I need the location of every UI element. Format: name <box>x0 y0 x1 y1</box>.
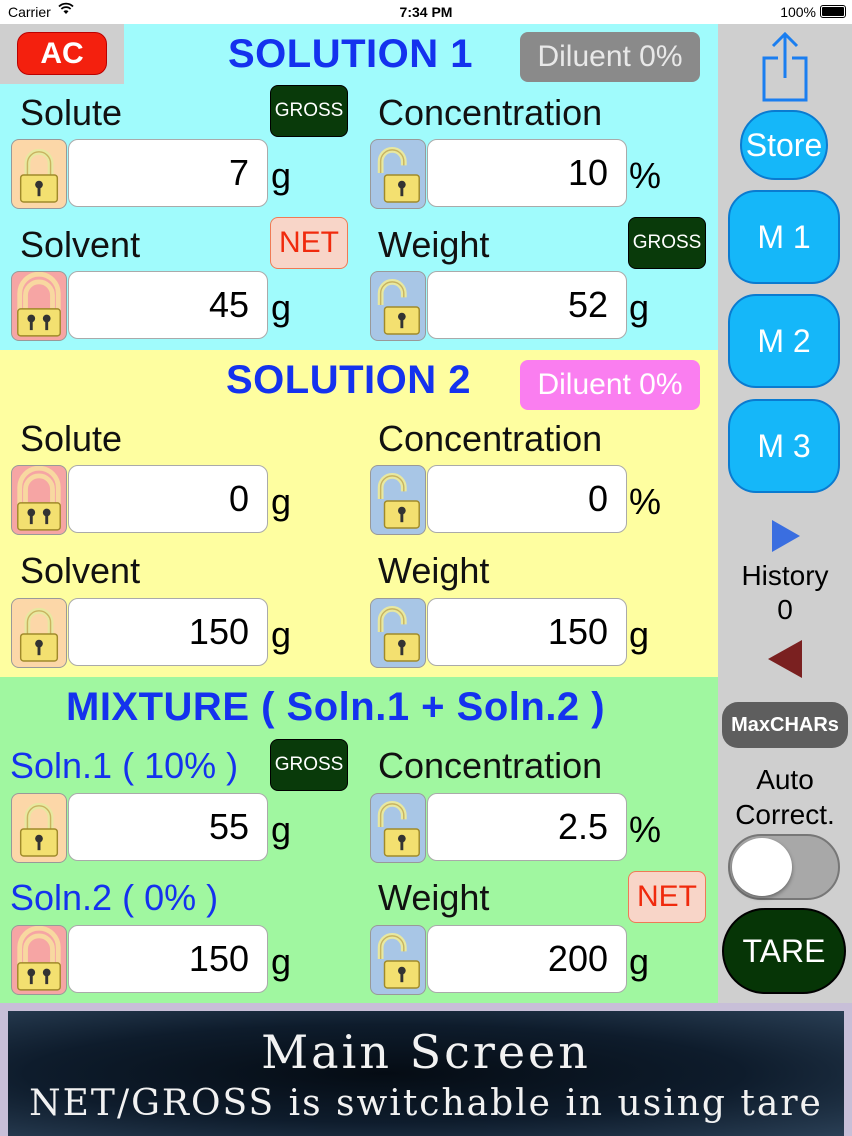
caption-subtitle: NET/GROSS is switchable in using tare <box>29 1083 823 1124</box>
solution1-solute-input[interactable]: 7 <box>68 139 268 207</box>
lock-closed-icon[interactable] <box>11 139 67 209</box>
lock-open-icon[interactable] <box>370 271 426 341</box>
lock-open-icon[interactable] <box>370 139 426 209</box>
solution1-solvent-unit: g <box>271 287 292 328</box>
maxchars-button[interactable]: MaxCHARs <box>722 702 848 748</box>
solution1-concentration-unit: % <box>629 155 662 196</box>
history-count: 0 <box>777 594 793 625</box>
mixture-weight-net-badge[interactable]: NET <box>628 871 706 923</box>
caption-banner: Main Screen NET/GROSS is switchable in u… <box>8 1011 844 1136</box>
solution1-weight-label: Weight <box>378 224 490 265</box>
mixture-concentration-unit: % <box>629 809 662 850</box>
status-bar: Carrier 7:34 PM 100% <box>0 0 852 24</box>
solution2-weight-input[interactable]: 150 <box>427 598 627 666</box>
mixture-weight-unit: g <box>629 941 650 982</box>
auto-correct-label-line2: Correct. <box>735 799 835 830</box>
memory-2-button[interactable]: M 2 <box>728 294 840 388</box>
store-button[interactable]: Store <box>740 110 828 180</box>
solution1-weight-input[interactable]: 52 <box>427 271 627 339</box>
lock-open-icon[interactable] <box>370 598 426 668</box>
solution2-concentration-unit: % <box>629 481 662 522</box>
tare-button[interactable]: TARE <box>722 908 846 994</box>
history-prev-icon[interactable] <box>768 640 802 678</box>
history-label: History <box>741 560 829 591</box>
solution2-diluent-button[interactable]: Diluent 0% <box>520 360 700 410</box>
history-next-icon[interactable] <box>772 520 800 552</box>
battery-percent: 100% <box>780 4 816 20</box>
solution1-solute-gross-badge[interactable]: GROSS <box>270 85 348 137</box>
mixture-soln2-input[interactable]: 150 <box>68 925 268 993</box>
mixture-title: MIXTURE ( Soln.1 + Soln.2 ) <box>66 685 606 729</box>
solution1-panel: AC SOLUTION 1 Diluent 0% Solute GROSS Co… <box>0 24 718 350</box>
mixture-concentration-label: Concentration <box>378 745 603 786</box>
lock-open-icon[interactable] <box>370 465 426 535</box>
mixture-soln2-unit: g <box>271 941 292 982</box>
mixture-soln1-gross-badge[interactable]: GROSS <box>270 739 348 791</box>
solution1-title: SOLUTION 1 <box>228 32 474 76</box>
caption-banner-frame: Main Screen NET/GROSS is switchable in u… <box>0 1003 852 1136</box>
solution1-solvent-net-badge[interactable]: NET <box>270 217 348 269</box>
solution1-weight-unit: g <box>629 287 650 328</box>
mixture-soln1-unit: g <box>271 809 292 850</box>
toggle-knob <box>732 838 792 896</box>
solution2-solvent-label: Solvent <box>20 550 141 591</box>
solution1-weight-gross-badge[interactable]: GROSS <box>628 217 706 269</box>
solution1-solvent-input[interactable]: 45 <box>68 271 268 339</box>
auto-correct-toggle[interactable] <box>728 834 840 900</box>
solution2-weight-unit: g <box>629 614 650 655</box>
mixture-weight-label: Weight <box>378 877 490 918</box>
mixture-soln1-label: Soln.1 ( 10% ) <box>10 745 239 786</box>
mixture-soln1-input[interactable]: 55 <box>68 793 268 861</box>
ac-container: AC <box>0 24 124 84</box>
mixture-soln2-label: Soln.2 ( 0% ) <box>10 877 219 918</box>
solution2-panel: SOLUTION 2 Diluent 0% Solute Concentrati… <box>0 350 718 677</box>
clock: 7:34 PM <box>399 4 453 20</box>
caption-title: Main Screen <box>261 1025 591 1079</box>
solution2-solute-unit: g <box>271 481 292 522</box>
mixture-panel: MIXTURE ( Soln.1 + Soln.2 ) Soln.1 ( 10%… <box>0 677 718 1003</box>
lock-double-icon[interactable] <box>11 925 67 995</box>
auto-correct-label-line1: Auto <box>756 764 814 795</box>
solution2-concentration-label: Concentration <box>378 418 603 459</box>
mixture-weight-input[interactable]: 200 <box>427 925 627 993</box>
sidebar: Store M 1 M 2 M 3 History 0 MaxCHARs Aut… <box>718 24 852 1003</box>
lock-closed-icon[interactable] <box>11 793 67 863</box>
solution2-weight-label: Weight <box>378 550 490 591</box>
solution1-concentration-input[interactable]: 10 <box>427 139 627 207</box>
solution2-solvent-input[interactable]: 150 <box>68 598 268 666</box>
lock-open-icon[interactable] <box>370 925 426 995</box>
solution1-solute-unit: g <box>271 155 292 196</box>
share-icon[interactable] <box>758 30 812 104</box>
solution1-solvent-label: Solvent <box>20 224 141 265</box>
solution2-title: SOLUTION 2 <box>226 358 472 402</box>
solution1-solute-label: Solute <box>20 92 123 133</box>
mixture-concentration-input[interactable]: 2.5 <box>427 793 627 861</box>
lock-closed-icon[interactable] <box>11 598 67 668</box>
memory-1-button[interactable]: M 1 <box>728 190 840 284</box>
battery-icon <box>820 5 846 18</box>
memory-3-button[interactable]: M 3 <box>728 399 840 493</box>
lock-double-icon[interactable] <box>11 271 67 341</box>
solution1-diluent-button[interactable]: Diluent 0% <box>520 32 700 82</box>
all-clear-button[interactable]: AC <box>17 32 107 75</box>
lock-open-icon[interactable] <box>370 793 426 863</box>
solution2-solvent-unit: g <box>271 614 292 655</box>
solution2-concentration-input[interactable]: 0 <box>427 465 627 533</box>
lock-double-icon[interactable] <box>11 465 67 535</box>
solution1-concentration-label: Concentration <box>378 92 603 133</box>
solution2-solute-input[interactable]: 0 <box>68 465 268 533</box>
solution2-solute-label: Solute <box>20 418 123 459</box>
